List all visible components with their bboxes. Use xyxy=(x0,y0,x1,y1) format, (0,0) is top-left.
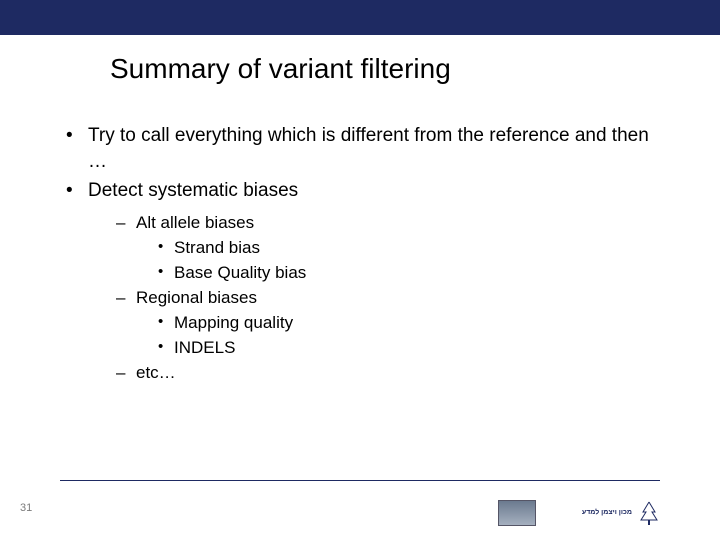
slide-title: Summary of variant filtering xyxy=(110,53,720,85)
institution-logo: מכון ויצמן למדע xyxy=(498,500,660,526)
subsub-bullet-item: INDELS xyxy=(156,337,660,360)
logo-image-icon xyxy=(498,500,536,526)
sub-bullet-text: Alt allele biases xyxy=(136,213,254,232)
footer: 31 מכון ויצמן למדע xyxy=(0,480,720,540)
page-number: 31 xyxy=(20,502,32,514)
subsub-bullet-item: Strand bias xyxy=(156,237,660,260)
bullet-item: Try to call everything which is differen… xyxy=(60,123,660,174)
sub-bullet-item: Alt allele biases Strand bias Base Quali… xyxy=(116,212,660,285)
subsub-bullet-item: Mapping quality xyxy=(156,312,660,335)
footer-divider xyxy=(60,480,660,481)
logo-text: מכון ויצמן למדע xyxy=(542,501,632,525)
sub-bullet-item: etc… xyxy=(116,362,660,385)
sub-bullet-text: Regional biases xyxy=(136,288,257,307)
sub-bullet-item: Regional biases Mapping quality INDELS xyxy=(116,287,660,360)
subsub-bullet-item: Base Quality bias xyxy=(156,262,660,285)
slide-body: Try to call everything which is differen… xyxy=(60,123,660,384)
bullet-item: Detect systematic biases Alt allele bias… xyxy=(60,178,660,384)
tree-icon xyxy=(638,500,660,526)
bullet-text: Detect systematic biases xyxy=(88,180,298,201)
header-bar xyxy=(0,0,720,35)
